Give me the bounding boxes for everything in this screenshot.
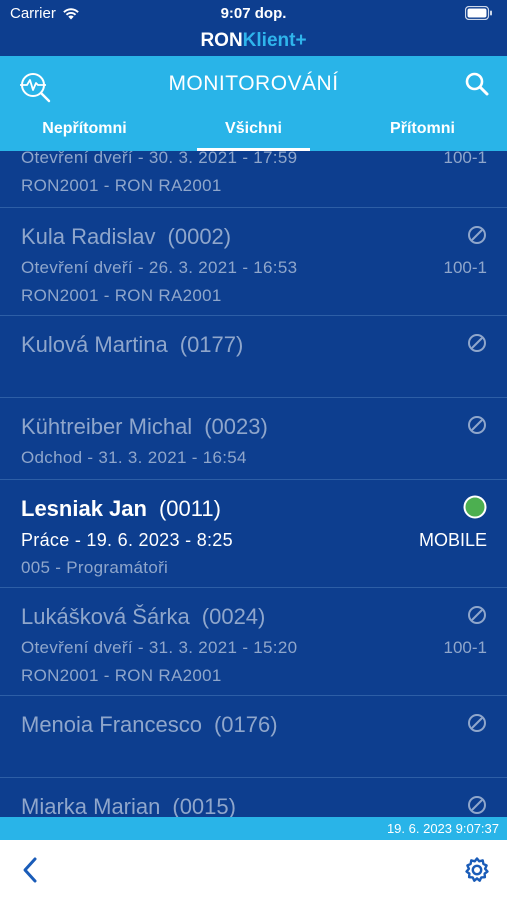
name-text: Kulová Martina: [21, 332, 168, 357]
list-item[interactable]: Otevření dveří - 30. 3. 2021 - 17:59 100…: [0, 151, 507, 208]
name-text: Kühtreiber Michal: [21, 414, 193, 439]
terminal-text: 100-1: [443, 638, 487, 657]
blocked-icon: [468, 606, 486, 624]
event-text: Otevření dveří - 30. 3. 2021 - 17:59: [21, 151, 298, 167]
last-update-timestamp: 19. 6. 2023 9:07:37: [0, 817, 507, 840]
terminal-text: 100-1: [443, 151, 487, 167]
present-status-icon: [463, 495, 487, 519]
status-bar: Carrier 9:07 dop.: [0, 0, 507, 28]
employee-code: (0015): [172, 794, 236, 817]
employee-name: Kulová Martina (0177): [21, 332, 243, 358]
clock: 9:07 dop.: [220, 5, 287, 22]
list-item[interactable]: Lukášková Šárka (0024) Otevření dveří - 3…: [0, 588, 507, 696]
back-chevron-icon[interactable]: [20, 856, 40, 884]
list-item[interactable]: Kühtreiber Michal (0023) Odchod - 31. 3. …: [0, 398, 507, 480]
gear-icon[interactable]: [463, 856, 491, 884]
location-text: RON2001 - RON RA2001: [21, 666, 222, 685]
employee-list[interactable]: Otevření dveří - 30. 3. 2021 - 17:59 100…: [0, 151, 507, 817]
employee-name: Kühtreiber Michal (0023): [21, 414, 268, 440]
name-text: Lukášková Šárka: [21, 604, 190, 629]
event-text: Práce - 19. 6. 2023 - 8:25: [21, 530, 233, 550]
terminal-text: 100-1: [443, 258, 487, 277]
employee-name: Miarka Marian (0015): [21, 794, 236, 817]
event-text: Otevření dveří - 31. 3. 2021 - 15:20: [21, 638, 298, 657]
employee-code: (0177): [179, 332, 244, 357]
filter-tabs: Nepřítomni Všichni Přítomni: [0, 120, 507, 151]
employee-name: Kula Radislav (0002): [21, 224, 231, 250]
terminal-text: MOBILE: [418, 530, 487, 550]
name-text: Lesniak Jan: [21, 496, 147, 521]
blocked-icon: [468, 334, 486, 352]
app-brand: RONKlient+: [0, 28, 507, 56]
list-item[interactable]: Kulová Martina (0177): [0, 316, 507, 398]
brand-part2: Klient+: [242, 30, 307, 51]
blocked-icon: [468, 714, 486, 732]
employee-name: Lukášková Šárka (0024): [21, 604, 265, 630]
bottom-toolbar: [0, 840, 507, 900]
employee-code: (0002): [167, 224, 232, 249]
tab-vsichni[interactable]: Všichni: [169, 120, 338, 151]
employee-name: Menoia Francesco (0176): [21, 712, 278, 738]
tab-nepritomni[interactable]: Nepřítomni: [0, 120, 169, 151]
blocked-icon: [468, 796, 486, 814]
event-text: Otevření dveří - 26. 3. 2021 - 16:53: [21, 258, 298, 277]
employee-code: (0176): [213, 712, 278, 737]
search-icon[interactable]: [464, 71, 490, 97]
blocked-icon: [468, 416, 486, 434]
header: MONITOROVÁNÍ Nepřítomni Všichni Přítomni: [0, 56, 507, 151]
location-text: RON2001 - RON RA2001: [21, 176, 222, 195]
list-item[interactable]: Menoia Francesco (0176): [0, 696, 507, 778]
location-text: 005 - Programátoři: [21, 558, 169, 577]
location-text: RON2001 - RON RA2001: [21, 286, 222, 305]
employee-name: Lesniak Jan (0011): [21, 496, 221, 522]
list-item[interactable]: Kula Radislav (0002) Otevření dveří - 26.…: [0, 208, 507, 316]
blocked-icon: [468, 226, 486, 244]
tab-pritomni[interactable]: Přítomni: [338, 120, 507, 151]
list-item[interactable]: Miarka Marian (0015): [0, 778, 507, 817]
list-item[interactable]: Lesniak Jan (0011) Práce - 19. 6. 2023 - …: [0, 480, 507, 588]
battery-icon: [464, 5, 493, 24]
brand-part1: RON: [200, 30, 243, 51]
employee-code: (0023): [204, 414, 268, 439]
page-title: MONITOROVÁNÍ: [168, 72, 339, 95]
name-text: Kula Radislav: [21, 224, 156, 249]
name-text: Miarka Marian: [21, 794, 161, 817]
name-text: Menoia Francesco: [21, 712, 202, 737]
event-text: Odchod - 31. 3. 2021 - 16:54: [21, 448, 247, 467]
employee-code: (0011): [158, 496, 221, 521]
employee-code: (0024): [201, 604, 266, 629]
